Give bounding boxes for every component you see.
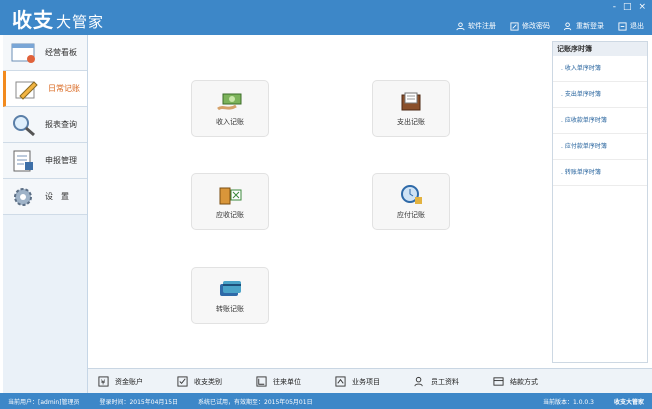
sidebar-item-daily-bookkeeping[interactable]: 日常记账 <box>3 71 87 107</box>
tile-label: 转账记账 <box>216 304 244 313</box>
fund-account-label: 资金账户 <box>115 377 143 386</box>
money-icon: ¥ <box>98 376 109 387</box>
sidebar-item-reports[interactable]: 报表查询 <box>3 107 87 143</box>
journal-link-expense[interactable]: . 支出单序时簿 <box>553 82 647 108</box>
payable-bookkeeping-tile[interactable]: 应付记账 <box>372 173 450 230</box>
projects-button[interactable]: 业务项目 <box>335 376 380 387</box>
user-icon <box>456 21 465 30</box>
sidebar-item-label: 申报管理 <box>45 156 77 165</box>
staff-icon <box>414 376 423 387</box>
sidebar-item-label: 设 置 <box>45 192 69 201</box>
tile-label: 应收记账 <box>216 210 244 219</box>
pencil-icon <box>15 80 38 100</box>
contact-icon <box>256 376 267 387</box>
tile-label: 应付记账 <box>397 210 425 219</box>
project-icon <box>335 376 346 387</box>
journal-panel-title: 记账序时簿 <box>553 42 647 56</box>
status-brand: 收支大管家 <box>613 398 644 406</box>
app-logo: 收支 大管家 <box>12 4 104 33</box>
relogin-label: 重新登录 <box>576 22 604 30</box>
status-user: 当前用户：[admin]管理员 <box>8 398 80 406</box>
exit-label: 退出 <box>630 22 644 30</box>
income-bookkeeping-tile[interactable]: 收入记账 <box>191 80 269 137</box>
staff-label: 员工资料 <box>431 377 459 386</box>
category-button[interactable]: 收支类别 <box>177 376 222 387</box>
category-label: 收支类别 <box>194 377 222 386</box>
title-bar: 收支 大管家 - □ × 软件注册 修改密码 重新登录 退出 <box>0 0 652 35</box>
status-expiry: 系统已试用，有效期至：2015年05月01日 <box>198 398 313 406</box>
status-bar: 当前用户：[admin]管理员 登录时间：2015年04月15日 系统已试用，有… <box>0 393 652 409</box>
dashboard-icon <box>11 43 35 63</box>
journal-link-transfer[interactable]: . 转账单序时簿 <box>553 160 647 186</box>
contacts-button[interactable]: 往来单位 <box>256 376 301 387</box>
expense-bookkeeping-tile[interactable]: 支出记账 <box>372 80 450 137</box>
sidebar-item-label: 日常记账 <box>48 84 80 93</box>
relogin-icon <box>564 21 572 30</box>
tile-label: 收入记账 <box>216 117 244 126</box>
sidebar-item-label: 经营看板 <box>45 48 77 57</box>
svg-text:¥: ¥ <box>101 377 106 386</box>
receivable-bookkeeping-tile[interactable]: 应收记账 <box>191 173 269 230</box>
payable-icon <box>401 184 422 204</box>
fund-account-button[interactable]: ¥ 资金账户 <box>98 376 143 387</box>
sidebar-item-dashboard[interactable]: 经营看板 <box>3 35 87 71</box>
sidebar-item-label: 报表查询 <box>45 120 77 129</box>
maximize-button[interactable]: □ <box>623 2 632 12</box>
journal-panel: 记账序时簿 . 收入单序时簿 . 支出单序时簿 . 应收款单序时簿 . 应付款单… <box>552 41 648 363</box>
relogin-button[interactable]: 重新登录 <box>564 21 604 31</box>
payment-method-label: 结款方式 <box>510 377 538 386</box>
projects-label: 业务项目 <box>352 377 380 386</box>
contacts-label: 往来单位 <box>273 377 301 386</box>
receivable-icon <box>219 187 242 204</box>
magnifier-icon <box>13 114 35 136</box>
sidebar-item-settings[interactable]: 设 置 <box>3 179 87 215</box>
income-icon <box>217 93 242 110</box>
logo-text: 收支 <box>12 8 54 32</box>
status-login-time: 登录时间：2015年04月15日 <box>99 398 179 406</box>
edit-icon <box>510 21 519 31</box>
status-version: 当前版本：1.0.0.3 <box>542 398 594 406</box>
gear-icon <box>14 187 32 206</box>
journal-link-receivable[interactable]: . 应收款单序时簿 <box>553 108 647 134</box>
check-icon <box>177 376 188 387</box>
sidebar: 经营看板 日常记账 报表查询 申报管理 设 置 <box>3 35 88 393</box>
top-menu: 软件注册 修改密码 重新登录 退出 <box>456 21 644 31</box>
expense-icon <box>401 92 421 110</box>
logo-subtext: 大管家 <box>56 13 105 31</box>
staff-button[interactable]: 员工资料 <box>414 376 459 387</box>
main-content: 收入记账 支出记账 应收记账 应付记账 转账记账 <box>88 35 550 368</box>
exit-button[interactable]: 退出 <box>618 21 644 31</box>
payment-method-button[interactable]: 结款方式 <box>493 376 538 387</box>
transfer-bookkeeping-tile[interactable]: 转账记账 <box>191 267 269 324</box>
change-password-button[interactable]: 修改密码 <box>510 21 550 31</box>
register-label: 软件注册 <box>468 22 496 30</box>
close-button[interactable]: × <box>638 2 646 12</box>
declare-icon <box>13 150 33 171</box>
register-button[interactable]: 软件注册 <box>456 21 496 31</box>
window-controls: - □ × <box>613 2 646 12</box>
quick-links-bar: ¥ 资金账户 收支类别 往来单位 业务项目 员工资料 结款方式 <box>88 368 652 394</box>
journal-link-income[interactable]: . 收入单序时簿 <box>553 56 647 82</box>
change-password-label: 修改密码 <box>522 22 550 30</box>
card-icon <box>493 377 504 386</box>
tile-label: 支出记账 <box>397 117 425 126</box>
minimize-button[interactable]: - <box>613 2 616 12</box>
transfer-icon <box>220 280 241 296</box>
journal-link-payable[interactable]: . 应付款单序时簿 <box>553 134 647 160</box>
exit-icon <box>618 21 627 31</box>
sidebar-item-declaration[interactable]: 申报管理 <box>3 143 87 179</box>
